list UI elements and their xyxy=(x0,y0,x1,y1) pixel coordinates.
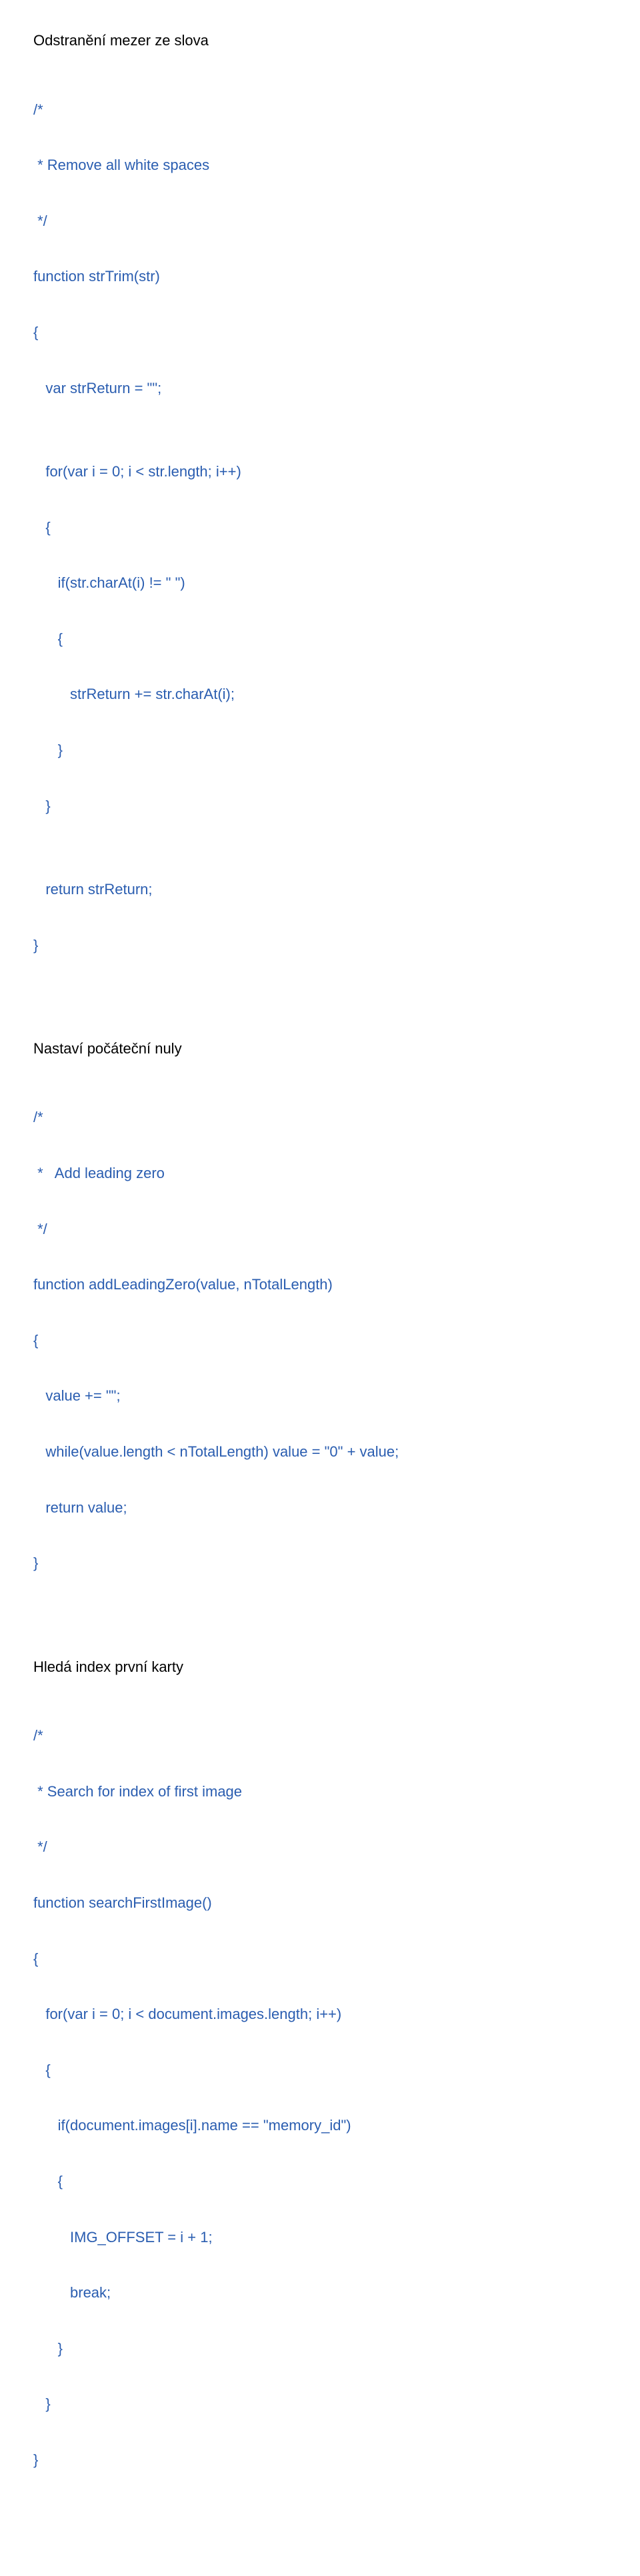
code-line: } xyxy=(33,932,607,960)
code-line: /* xyxy=(33,1103,607,1131)
code-line: strReturn += str.charAt(i); xyxy=(33,680,607,708)
code-block-3: /* * Search for index of first image */ … xyxy=(33,1694,607,2529)
heading-3: Hledá index první karty xyxy=(33,1653,607,1681)
code-block-2: /* * Add leading zero */ function addLea… xyxy=(33,1076,607,1633)
code-line: if(str.charAt(i) != " ") xyxy=(33,569,607,597)
code-line: * Remove all white spaces xyxy=(33,151,607,179)
heading-2: Nastaví počáteční nuly xyxy=(33,1035,607,1063)
code-line: { xyxy=(33,2168,607,2196)
code-line: */ xyxy=(33,207,607,235)
code-line: for(var i = 0; i < document.images.lengt… xyxy=(33,2000,607,2028)
code-line: */ xyxy=(33,1215,607,1243)
code-line: */ xyxy=(33,1833,607,1861)
code-line: } xyxy=(33,792,607,820)
code-line: } xyxy=(33,2390,607,2418)
code-line: while(value.length < nTotalLength) value… xyxy=(33,1438,607,1466)
code-line: * Add leading zero xyxy=(33,1159,607,1187)
code-line: var strReturn = ""; xyxy=(33,374,607,402)
code-line: } xyxy=(33,1549,607,1577)
code-line: { xyxy=(33,1327,607,1355)
code-line: { xyxy=(33,514,607,542)
code-line: /* xyxy=(33,96,607,124)
heading-1: Odstranění mezer ze slova xyxy=(33,27,607,55)
code-line: { xyxy=(33,625,607,653)
code-line: /* xyxy=(33,1722,607,1750)
code-line: function strTrim(str) xyxy=(33,263,607,291)
section-first-card: Hledá index první karty /* * Search for … xyxy=(33,1653,607,2530)
code-block-1: /* * Remove all white spaces */ function… xyxy=(33,68,607,1015)
code-line: return strReturn; xyxy=(33,876,607,904)
section-leading-zero: Nastaví počáteční nuly /* * Add leading … xyxy=(33,1035,607,1633)
code-line: { xyxy=(33,2056,607,2084)
code-line: value += ""; xyxy=(33,1382,607,1410)
code-line: * Search for index of first image xyxy=(33,1778,607,1806)
code-line: { xyxy=(33,1945,607,1973)
section-remove-spaces: Odstranění mezer ze slova /* * Remove al… xyxy=(33,27,607,1015)
code-line: function searchFirstImage() xyxy=(33,1889,607,1917)
code-line: IMG_OFFSET = i + 1; xyxy=(33,2224,607,2252)
code-line: return value; xyxy=(33,1494,607,1522)
code-line: for(var i = 0; i < str.length; i++) xyxy=(33,458,607,486)
code-line: break; xyxy=(33,2279,607,2307)
code-line: } xyxy=(33,2446,607,2474)
code-line: } xyxy=(33,2335,607,2363)
code-line: function addLeadingZero(value, nTotalLen… xyxy=(33,1271,607,1299)
code-line: { xyxy=(33,319,607,346)
code-line: if(document.images[i].name == "memory_id… xyxy=(33,2112,607,2140)
code-line: } xyxy=(33,736,607,764)
